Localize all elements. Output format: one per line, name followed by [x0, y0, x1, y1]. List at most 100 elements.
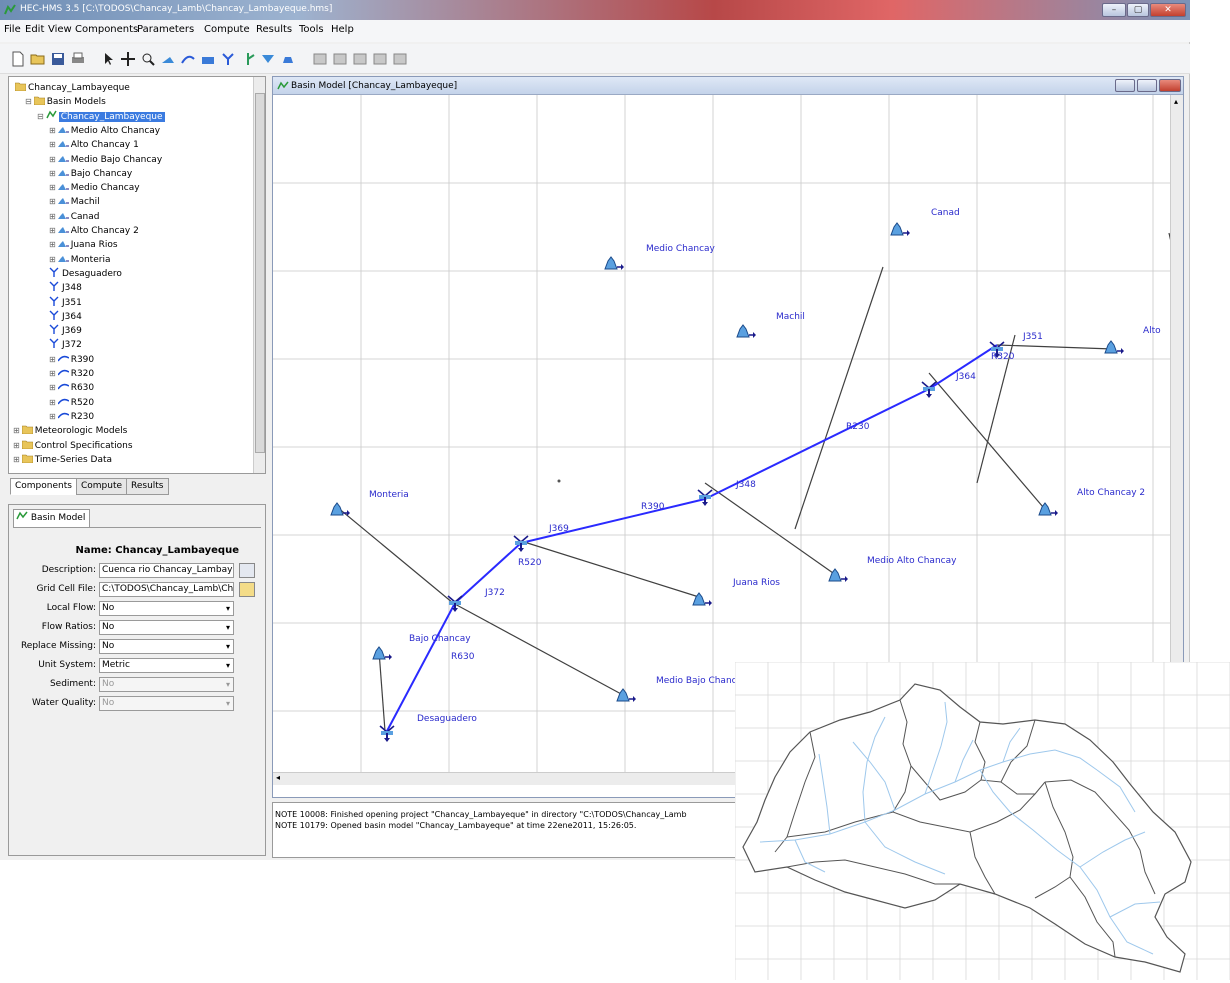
tree-item-desaguadero[interactable]: Desaguadero [49, 267, 122, 280]
subbasin-node-bajo-chancay[interactable] [372, 646, 392, 660]
tree-item-alto-chancay-2[interactable]: ⊞ Alto Chancay 2 [49, 224, 139, 237]
expand-toggle-icon[interactable]: ⊞ [49, 398, 56, 407]
menu-compute[interactable]: Compute [204, 24, 250, 35]
tree-item-machil[interactable]: ⊞ Machil [49, 195, 100, 208]
tree-item-canad[interactable]: ⊞ Canad [49, 210, 99, 223]
tree-item-j369[interactable]: J369 [49, 324, 82, 337]
results-icon-2[interactable] [332, 51, 348, 67]
menu-components[interactable]: Components [75, 24, 138, 35]
link-alto-chancay-1[interactable] [996, 344, 1114, 350]
description-field[interactable]: Cuenca rio Chancay_Lambaye [99, 563, 234, 578]
tree-item-medio-alto-chancay[interactable]: ⊞ Medio Alto Chancay [49, 124, 160, 137]
expand-toggle-icon[interactable]: ⊞ [49, 197, 56, 206]
tree-scrollbar[interactable] [253, 77, 265, 473]
tree-item-basin-models[interactable]: ⊟ Basin Models [25, 95, 106, 108]
junction-node-j372[interactable] [447, 595, 463, 612]
tree-item-bajo-chancay[interactable]: ⊞ Bajo Chancay [49, 167, 132, 180]
junction-tool-icon[interactable] [220, 51, 236, 67]
subbasin-node-monteria[interactable] [330, 502, 350, 516]
link-medio-chancay[interactable] [794, 266, 884, 530]
tree-item-j351[interactable]: J351 [49, 296, 82, 309]
diversion-tool-icon[interactable] [240, 51, 256, 67]
close-button[interactable]: ✕ [1150, 3, 1186, 17]
tree-item-r520[interactable]: ⊞ R520 [49, 396, 94, 409]
sink-tool-icon[interactable] [280, 51, 296, 67]
expand-toggle-icon[interactable]: ⊞ [49, 255, 56, 264]
junction-node-j348[interactable] [697, 489, 713, 506]
results-icon-5[interactable] [392, 51, 408, 67]
tree-item-chancay-lambayeque[interactable]: Chancay_Lambayeque [13, 81, 130, 94]
tree-item-r390[interactable]: ⊞ R390 [49, 353, 94, 366]
subbasin-tool-icon[interactable] [160, 51, 176, 67]
basin-maximize-button[interactable] [1137, 79, 1157, 92]
reach-tool-icon[interactable] [180, 51, 196, 67]
subbasin-node-machil[interactable] [736, 324, 756, 338]
link-monteria[interactable] [336, 506, 454, 604]
expand-toggle-icon[interactable]: ⊞ [49, 155, 56, 164]
expand-toggle-icon[interactable]: ⊞ [49, 369, 56, 378]
tree-item-j372[interactable]: J372 [49, 338, 82, 351]
tree-item-juana-rios[interactable]: ⊞ Juana Rios [49, 238, 118, 251]
tree-item-r230[interactable]: ⊞ R230 [49, 410, 94, 423]
grid-cell-file-field[interactable]: C:\TODOS\Chancay_Lamb\Ch [99, 582, 234, 597]
link-medio-alto-chancay[interactable] [704, 482, 834, 574]
maximize-button[interactable]: ▢ [1127, 3, 1149, 17]
basin-close-button[interactable] [1159, 79, 1181, 92]
expand-toggle-icon[interactable]: ⊟ [37, 112, 44, 121]
expand-toggle-icon[interactable]: ⊞ [49, 240, 56, 249]
menu-view[interactable]: View [48, 24, 72, 35]
local-flow-field[interactable]: No ▾ [99, 601, 234, 616]
pan-tool-icon[interactable] [120, 51, 136, 67]
tree-item-medio-chancay[interactable]: ⊞ Medio Chancay [49, 181, 140, 194]
expand-toggle-icon[interactable]: ⊞ [49, 212, 56, 221]
new-icon[interactable] [10, 51, 26, 67]
scroll-up-arrow[interactable]: ▴ [1174, 97, 1178, 106]
replace-missing-field[interactable]: No ▾ [99, 639, 234, 654]
minimize-button[interactable]: – [1102, 3, 1126, 17]
edit-description-icon[interactable] [239, 563, 255, 578]
menu-help[interactable]: Help [331, 24, 354, 35]
tree-scrollbar-thumb[interactable] [255, 93, 265, 453]
junction-node-j369[interactable] [513, 535, 529, 552]
tree-item-control-specifications[interactable]: ⊞ Control Specifications [13, 439, 133, 452]
expand-toggle-icon[interactable]: ⊞ [49, 355, 56, 364]
tree-item-monteria[interactable]: ⊞ Monteria [49, 253, 110, 266]
subbasin-node-medio-alto-chancay[interactable] [828, 568, 848, 582]
link-juana-rios[interactable] [520, 540, 700, 598]
tree-item-j364[interactable]: J364 [49, 310, 82, 323]
link-bajo-chancay[interactable] [378, 650, 386, 732]
results-icon-3[interactable] [352, 51, 368, 67]
link-alto-chancay-2[interactable] [928, 372, 1044, 508]
tab-basin-model[interactable]: Basin Model [13, 509, 91, 527]
expand-toggle-icon[interactable]: ⊞ [49, 169, 56, 178]
expand-toggle-icon[interactable]: ⊞ [49, 412, 56, 421]
tree-item-time-series-data[interactable]: ⊞ Time-Series Data [13, 453, 112, 466]
tree-item-r630[interactable]: ⊞ R630 [49, 381, 94, 394]
tab-components[interactable]: Components [10, 478, 77, 495]
unit-system-field[interactable]: Metric ▾ [99, 658, 234, 673]
expand-toggle-icon[interactable]: ⊞ [13, 426, 20, 435]
save-icon[interactable] [50, 51, 66, 67]
source-tool-icon[interactable] [260, 51, 276, 67]
tree-item-alto-chancay-1[interactable]: ⊞ Alto Chancay 1 [49, 138, 139, 151]
expand-toggle-icon[interactable]: ⊞ [49, 183, 56, 192]
subbasin-node-canad[interactable] [890, 222, 910, 236]
expand-toggle-icon[interactable]: ⊞ [13, 455, 20, 464]
menu-edit[interactable]: Edit [25, 24, 44, 35]
expand-toggle-icon[interactable]: ⊞ [13, 441, 20, 450]
tab-compute[interactable]: Compute [76, 478, 128, 495]
junction-node-j364[interactable] [921, 381, 937, 398]
reservoir-tool-icon[interactable] [200, 51, 216, 67]
reach-r390[interactable] [520, 498, 706, 544]
expand-toggle-icon[interactable]: ⊞ [49, 226, 56, 235]
expand-toggle-icon[interactable]: ⊟ [25, 97, 32, 106]
results-icon-4[interactable] [372, 51, 388, 67]
menu-parameters[interactable]: Parameters [137, 24, 194, 35]
print-icon[interactable] [70, 51, 86, 67]
tree-item-medio-bajo-chancay[interactable]: ⊞ Medio Bajo Chancay [49, 153, 162, 166]
link-medio-bajo-chancay[interactable] [452, 602, 624, 696]
expand-toggle-icon[interactable]: ⊞ [49, 126, 56, 135]
flow-ratios-field[interactable]: No ▾ [99, 620, 234, 635]
open-icon[interactable] [30, 51, 46, 67]
menu-tools[interactable]: Tools [299, 24, 324, 35]
